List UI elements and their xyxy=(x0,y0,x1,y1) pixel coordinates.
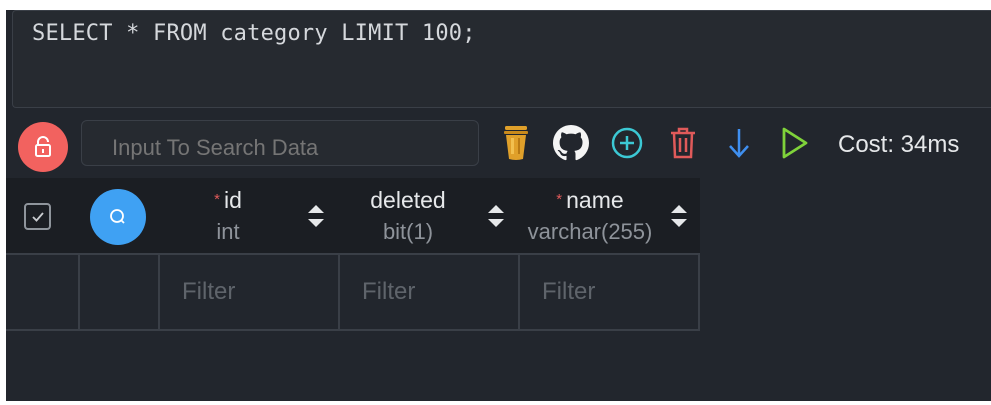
filter-input-name[interactable] xyxy=(520,255,698,329)
grid-header: * id int deleted bit(1) * name varchar(2… xyxy=(6,178,700,255)
filter-input-deleted[interactable] xyxy=(340,255,518,329)
required-marker: * xyxy=(556,191,563,208)
arrow-down-icon xyxy=(729,129,749,158)
column-header-id[interactable]: * id int xyxy=(160,178,340,253)
sort-icon[interactable] xyxy=(668,202,690,230)
column-header-deleted[interactable]: deleted bit(1) xyxy=(340,178,520,253)
add-circle-icon xyxy=(611,127,643,159)
bucket-button[interactable] xyxy=(498,124,534,162)
required-marker: * xyxy=(214,191,220,208)
filter-cell-deleted xyxy=(340,255,520,329)
column-name: deleted xyxy=(370,187,446,213)
sql-workspace: SELECT * FROM category LIMIT 100; Input … xyxy=(6,10,991,401)
toolbar: Cost: 34ms xyxy=(6,114,991,174)
download-button[interactable] xyxy=(721,124,757,162)
sql-text[interactable]: SELECT * FROM category LIMIT 100; xyxy=(32,21,476,46)
check-icon xyxy=(31,211,44,222)
delete-button[interactable] xyxy=(665,124,701,162)
column-name: name xyxy=(566,187,624,213)
filter-cell-name xyxy=(520,255,700,329)
search-input[interactable] xyxy=(81,120,479,166)
sort-icon[interactable] xyxy=(305,202,327,230)
sql-editor[interactable]: SELECT * FROM category LIMIT 100; xyxy=(12,10,991,108)
filter-cell-search xyxy=(80,255,160,329)
sort-icon[interactable] xyxy=(485,202,507,230)
play-icon xyxy=(782,127,808,159)
filter-row xyxy=(6,255,700,331)
trash-icon xyxy=(671,127,695,159)
github-icon xyxy=(553,125,589,161)
filter-cell-id xyxy=(160,255,340,329)
select-all-checkbox[interactable] xyxy=(24,203,51,230)
filter-cell-checkbox xyxy=(6,255,80,329)
search-button[interactable] xyxy=(90,189,146,245)
bucket-icon xyxy=(504,126,528,160)
query-cost: Cost: 34ms xyxy=(838,131,960,158)
unlock-button[interactable] xyxy=(18,122,68,172)
filter-input-id[interactable] xyxy=(160,255,338,329)
search-icon xyxy=(110,209,125,224)
run-button[interactable] xyxy=(776,124,812,162)
column-type: int xyxy=(216,219,240,244)
column-type: varchar(255) xyxy=(527,219,653,244)
column-type: bit(1) xyxy=(382,219,434,244)
github-button[interactable] xyxy=(553,124,589,162)
add-row-button[interactable] xyxy=(609,124,645,162)
column-header-name[interactable]: * name varchar(255) xyxy=(520,178,700,253)
column-name: id xyxy=(223,187,242,213)
unlock-icon xyxy=(35,136,51,157)
